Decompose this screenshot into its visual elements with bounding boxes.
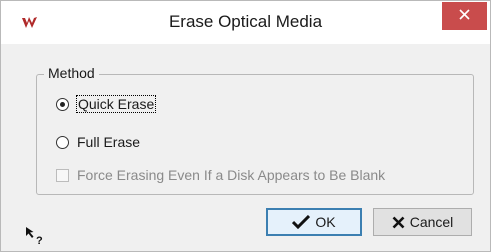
close-icon: [459, 7, 470, 25]
close-button[interactable]: [442, 2, 487, 30]
full-erase-radio[interactable]: [56, 135, 69, 149]
x-icon: [392, 216, 405, 228]
whats-this-help-icon[interactable]: ?: [25, 226, 45, 247]
ok-button[interactable]: OK: [266, 208, 362, 236]
full-erase-option[interactable]: Full Erase: [56, 134, 140, 150]
ok-label: OK: [315, 214, 336, 230]
quick-erase-radio[interactable]: [56, 97, 69, 111]
checkmark-icon: [292, 215, 311, 229]
force-erase-option: Force Erasing Even If a Disk Appears to …: [56, 167, 385, 183]
window-title: Erase Optical Media: [168, 12, 323, 31]
quick-erase-label[interactable]: Quick Erase: [75, 95, 157, 113]
quick-erase-option[interactable]: Quick Erase: [56, 95, 157, 113]
force-erase-checkbox: [56, 168, 69, 182]
cancel-label: Cancel: [409, 214, 454, 230]
cancel-button[interactable]: Cancel: [373, 208, 472, 236]
svg-text:?: ?: [36, 235, 43, 246]
method-legend: Method: [44, 65, 99, 81]
title-bar: Erase Optical Media: [1, 1, 490, 44]
erase-optical-media-dialog: Erase Optical Media Method Quick Erase F…: [0, 0, 491, 252]
force-erase-label: Force Erasing Even If a Disk Appears to …: [77, 167, 386, 183]
full-erase-label[interactable]: Full Erase: [77, 134, 140, 150]
